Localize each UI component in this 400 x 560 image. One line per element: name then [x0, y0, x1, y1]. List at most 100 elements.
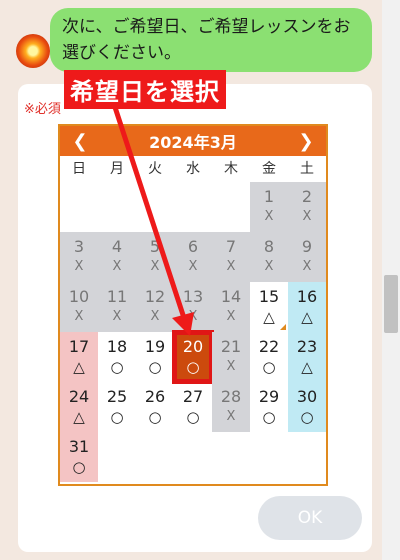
day-number: 7: [225, 237, 237, 256]
day-cell[interactable]: 30 ○: [288, 382, 326, 432]
day-number: 1: [263, 187, 275, 206]
calendar-grid: 1 X 2 X 3 X 4 X 5 X 6 X 7 X 8 X 9 X 10 X 11 X 12 X 13 X 14 X 15 △ 16 △ 1…: [60, 182, 326, 482]
day-cell: 13 X: [174, 282, 212, 332]
chevron-right-icon[interactable]: ❯: [296, 131, 316, 152]
empty-day-cell: [98, 432, 136, 482]
availability-mark: X: [112, 309, 122, 324]
availability-mark: X: [302, 259, 312, 274]
availability-mark: ○: [148, 408, 162, 426]
ok-button[interactable]: OK: [258, 496, 362, 540]
empty-day-cell: [212, 432, 250, 482]
day-cell: 8X: [250, 232, 288, 282]
day-cell: 6X: [174, 232, 212, 282]
day-cell[interactable]: 18 ○: [98, 332, 136, 382]
calendar-month-title: 2024年3月: [149, 133, 237, 152]
day-number: 27: [182, 387, 204, 406]
availability-mark: ○: [186, 358, 200, 376]
day-cell: 12 X: [136, 282, 174, 332]
availability-mark: X: [74, 259, 84, 274]
empty-day-cell: [136, 182, 174, 232]
weekday-row: 日月火水木金土: [60, 156, 326, 182]
required-label: ※必須: [24, 102, 61, 117]
day-cell: 11 X: [98, 282, 136, 332]
availability-mark: X: [226, 409, 236, 424]
day-cell[interactable]: 23 △: [288, 332, 326, 382]
availability-mark: X: [112, 259, 122, 274]
availability-mark: X: [226, 259, 236, 274]
day-cell: 14 X: [212, 282, 250, 332]
availability-mark: ○: [148, 358, 162, 376]
empty-day-cell: [174, 182, 212, 232]
day-number: 8: [263, 237, 275, 256]
calendar-week-row: 1X2X: [60, 182, 326, 232]
day-cell: 2X: [288, 182, 326, 232]
availability-mark: X: [226, 309, 236, 324]
empty-day-cell: [60, 182, 98, 232]
day-cell: 4X: [98, 232, 136, 282]
availability-mark: △: [73, 358, 85, 376]
weekday-label: 日: [72, 161, 86, 177]
scrollbar-thumb[interactable]: [384, 275, 398, 333]
day-number: 29: [258, 387, 280, 406]
day-number: 3: [73, 237, 85, 256]
availability-mark: X: [150, 259, 160, 274]
weekday-label: 火: [148, 161, 162, 177]
day-number: 5: [149, 237, 161, 256]
day-cell: 9X: [288, 232, 326, 282]
day-number: 30: [296, 387, 318, 406]
day-cell[interactable]: 27 ○: [174, 382, 212, 432]
day-number: 14: [220, 287, 242, 306]
calendar-header: ❮ 2024年3月 ❯: [60, 126, 326, 156]
calendar-week-row: 24 △ 25 ○ 26 ○ 27 ○ 28 X 29 ○ 30 ○: [60, 382, 326, 432]
day-cell[interactable]: 31 ○: [60, 432, 98, 482]
day-number: 31: [68, 437, 90, 456]
day-cell: 5X: [136, 232, 174, 282]
day-number: 26: [144, 387, 166, 406]
availability-mark: X: [188, 309, 198, 324]
empty-day-cell: [250, 432, 288, 482]
annotation-label: 希望日を選択: [64, 70, 226, 109]
availability-mark: △: [263, 308, 275, 326]
day-cell[interactable]: 25 ○: [98, 382, 136, 432]
availability-mark: △: [301, 308, 313, 326]
availability-mark: ○: [110, 408, 124, 426]
day-number: 2: [301, 187, 313, 206]
scrollbar-track[interactable]: [382, 0, 400, 560]
availability-mark: ○: [186, 408, 200, 426]
day-cell: 10 X: [60, 282, 98, 332]
availability-mark: ○: [72, 458, 86, 476]
availability-mark: ○: [262, 408, 276, 426]
day-number: 15: [258, 287, 280, 306]
chat-bubble: 次に、ご希望日、ご希望レッスンをお選びください。: [50, 8, 372, 72]
empty-day-cell: [98, 182, 136, 232]
day-cell[interactable]: 19 ○: [136, 332, 174, 382]
day-number: 25: [106, 387, 128, 406]
day-number: 9: [301, 237, 313, 256]
weekday-label: 月: [110, 161, 124, 177]
selected-day-cell[interactable]: 20 ○: [174, 332, 212, 382]
day-cell: 28 X: [212, 382, 250, 432]
day-cell[interactable]: 15 △: [250, 282, 288, 332]
availability-mark: X: [264, 259, 274, 274]
weekday-label: 金: [262, 161, 276, 177]
day-cell[interactable]: 29 ○: [250, 382, 288, 432]
day-number: 16: [296, 287, 318, 306]
day-number: 12: [144, 287, 166, 306]
day-cell[interactable]: 22 ○: [250, 332, 288, 382]
day-cell[interactable]: 26 ○: [136, 382, 174, 432]
availability-mark: ○: [110, 358, 124, 376]
day-cell[interactable]: 24 △: [60, 382, 98, 432]
weekday-label: 水: [186, 161, 200, 177]
day-number: 17: [68, 337, 90, 356]
availability-mark: X: [74, 309, 84, 324]
empty-day-cell: [288, 432, 326, 482]
day-cell[interactable]: 17 △: [60, 332, 98, 382]
day-number: 20: [182, 337, 204, 356]
day-cell[interactable]: 16 △: [288, 282, 326, 332]
date-calendar: ❮ 2024年3月 ❯ 日月火水木金土 1 X 2 X 3 X 4 X 5 X 6 X 7 X 8 X 9 X 10…: [58, 124, 328, 486]
chevron-left-icon[interactable]: ❮: [70, 131, 90, 152]
day-number: 19: [144, 337, 166, 356]
day-number: 10: [68, 287, 90, 306]
day-number: 13: [182, 287, 204, 306]
availability-mark: △: [73, 408, 85, 426]
